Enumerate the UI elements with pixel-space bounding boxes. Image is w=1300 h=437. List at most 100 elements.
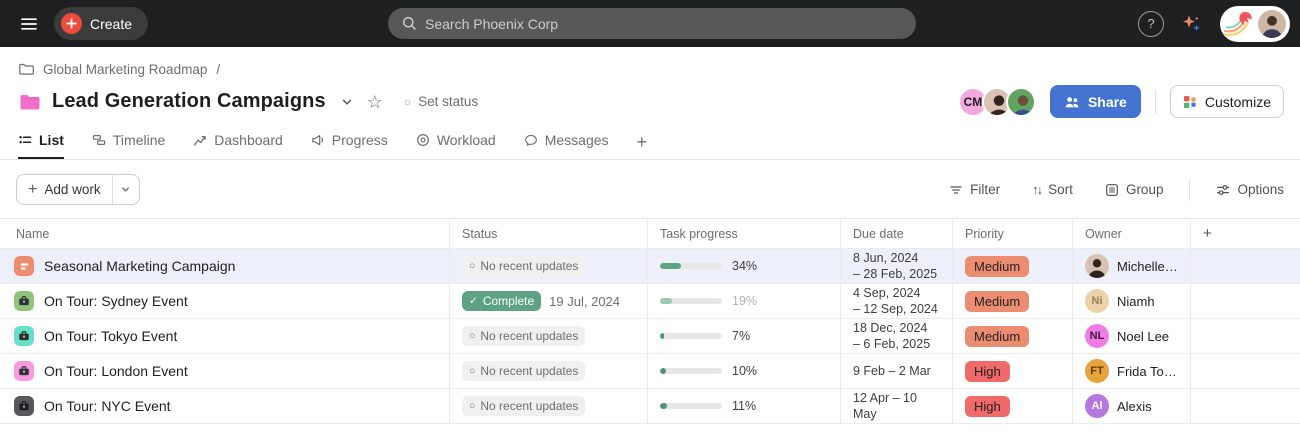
due-date-cell[interactable]: 12 Apr – 10 May <box>841 389 953 423</box>
owner-cell[interactable]: FT Frida Toms... <box>1073 354 1191 388</box>
set-status-button[interactable]: ○ Set status <box>404 94 478 109</box>
progress-cell[interactable]: 34% <box>648 249 841 283</box>
status-badge[interactable]: ✓ Complete <box>462 291 541 311</box>
empty-cell <box>1191 354 1300 388</box>
status-badge[interactable]: ○ No recent updates <box>462 326 585 346</box>
tab-list[interactable]: List <box>18 132 64 159</box>
tab-label: List <box>39 132 64 148</box>
table-header-row: Name Status Task progress Due date Prior… <box>0 219 1300 249</box>
column-header-owner[interactable]: Owner <box>1073 219 1191 248</box>
owner-name: Niamh <box>1117 294 1155 309</box>
search-icon <box>402 16 417 31</box>
column-header-task-progress[interactable]: Task progress <box>648 219 841 248</box>
menu-icon[interactable] <box>12 7 46 41</box>
member-avatar-photo[interactable] <box>1006 87 1036 117</box>
table-row[interactable]: On Tour: NYC Event ○ No recent updates 1… <box>0 389 1300 424</box>
priority-badge[interactable]: Medium <box>965 256 1029 277</box>
owner-cell[interactable]: Michelle W... <box>1073 249 1191 283</box>
share-button[interactable]: Share <box>1050 85 1141 118</box>
priority-badge[interactable]: Medium <box>965 291 1029 312</box>
priority-cell[interactable]: Medium <box>953 249 1073 283</box>
create-label: Create <box>90 16 132 32</box>
add-column-button[interactable]: + <box>1191 219 1300 248</box>
owner-avatar: Ni <box>1085 289 1109 313</box>
sort-button[interactable]: ↑↓ Sort <box>1032 182 1073 197</box>
tab-dashboard[interactable]: Dashboard <box>193 132 283 159</box>
progress-cell[interactable]: 11% <box>648 389 841 423</box>
add-work-button[interactable]: + Add work <box>17 175 112 204</box>
owner-cell[interactable]: Ni Niamh <box>1073 284 1191 318</box>
task-name-cell[interactable]: On Tour: Tokyo Event <box>0 319 450 353</box>
column-header-name[interactable]: Name <box>0 219 450 248</box>
progress-cell[interactable]: 19% <box>648 284 841 318</box>
tab-workload[interactable]: Workload <box>416 132 496 159</box>
add-work-dropdown-button[interactable] <box>112 175 139 204</box>
task-name-cell[interactable]: Seasonal Marketing Campaign <box>0 249 450 283</box>
help-button[interactable]: ? <box>1138 11 1164 37</box>
progress-cell[interactable]: 7% <box>648 319 841 353</box>
priority-badge[interactable]: High <box>965 396 1010 417</box>
owner-cell[interactable]: NL Noel Lee <box>1073 319 1191 353</box>
add-tab-button[interactable]: + <box>637 133 648 159</box>
due-date-cell[interactable]: 18 Dec, 2024– 6 Feb, 2025 <box>841 319 953 353</box>
priority-cell[interactable]: High <box>953 389 1073 423</box>
create-button[interactable]: Create <box>54 7 148 40</box>
options-button[interactable]: Options <box>1216 182 1284 197</box>
table-row[interactable]: On Tour: Tokyo Event ○ No recent updates… <box>0 319 1300 354</box>
page-title: Lead Generation Campaigns <box>52 90 326 113</box>
account-button[interactable] <box>1220 6 1290 42</box>
breadcrumb-separator: / <box>216 62 220 77</box>
priority-cell[interactable]: Medium <box>953 284 1073 318</box>
due-date-line1: 9 Feb – 2 Mar <box>853 363 931 379</box>
member-avatars[interactable]: CM <box>958 87 1036 117</box>
customize-button[interactable]: Customize <box>1170 85 1284 118</box>
table-row[interactable]: On Tour: London Event ○ No recent update… <box>0 354 1300 389</box>
filter-label: Filter <box>970 182 1000 197</box>
column-header-status[interactable]: Status <box>450 219 648 248</box>
search-input[interactable]: Search Phoenix Corp <box>388 8 916 39</box>
tab-label: Timeline <box>113 132 165 148</box>
status-cell[interactable]: ○ No recent updates <box>450 389 648 423</box>
priority-cell[interactable]: Medium <box>953 319 1073 353</box>
favorite-star-icon[interactable]: ☆ <box>367 93 383 111</box>
breadcrumb-project-link[interactable]: Global Marketing Roadmap <box>43 62 207 77</box>
status-cell[interactable]: ✓ Complete 19 Jul, 2024 <box>450 284 648 318</box>
briefcase-icon <box>14 396 34 416</box>
options-label: Options <box>1237 182 1284 197</box>
table-row[interactable]: On Tour: Sydney Event ✓ Complete 19 Jul,… <box>0 284 1300 319</box>
tab-messages[interactable]: Messages <box>524 132 609 159</box>
status-cell[interactable]: ○ No recent updates <box>450 249 648 283</box>
column-header-priority[interactable]: Priority <box>953 219 1073 248</box>
priority-badge[interactable]: Medium <box>965 326 1029 347</box>
ai-sparkles-icon[interactable] <box>1180 12 1204 36</box>
task-name-cell[interactable]: On Tour: Sydney Event <box>0 284 450 318</box>
progress-cell[interactable]: 10% <box>648 354 841 388</box>
options-sliders-icon <box>1216 183 1230 197</box>
title-chevron-down-icon[interactable] <box>341 96 353 108</box>
tab-progress[interactable]: Progress <box>311 132 388 159</box>
priority-cell[interactable]: High <box>953 354 1073 388</box>
group-button[interactable]: Group <box>1105 182 1164 197</box>
task-name-cell[interactable]: On Tour: NYC Event <box>0 389 450 423</box>
briefcase-icon <box>14 326 34 346</box>
work-table: Name Status Task progress Due date Prior… <box>0 218 1300 424</box>
filter-button[interactable]: Filter <box>949 182 1000 197</box>
due-date-cell[interactable]: 8 Jun, 2024– 28 Feb, 2025 <box>841 249 953 283</box>
timeline-icon <box>92 133 106 147</box>
due-date-cell[interactable]: 4 Sep, 2024– 12 Sep, 2024 <box>841 284 953 318</box>
status-badge[interactable]: ○ No recent updates <box>462 256 585 276</box>
task-name-cell[interactable]: On Tour: London Event <box>0 354 450 388</box>
owner-name: Frida Toms... <box>1117 364 1178 379</box>
due-date-cell[interactable]: 9 Feb – 2 Mar <box>841 354 953 388</box>
status-badge[interactable]: ○ No recent updates <box>462 361 585 381</box>
status-cell[interactable]: ○ No recent updates <box>450 354 648 388</box>
status-circle-icon: ○ <box>404 96 411 108</box>
status-state-icon: ○ <box>469 401 475 412</box>
status-badge[interactable]: ○ No recent updates <box>462 396 585 416</box>
tab-timeline[interactable]: Timeline <box>92 132 165 159</box>
owner-cell[interactable]: Al Alexis <box>1073 389 1191 423</box>
priority-badge[interactable]: High <box>965 361 1010 382</box>
status-cell[interactable]: ○ No recent updates <box>450 319 648 353</box>
table-row[interactable]: Seasonal Marketing Campaign ○ No recent … <box>0 249 1300 284</box>
column-header-due-date[interactable]: Due date <box>841 219 953 248</box>
